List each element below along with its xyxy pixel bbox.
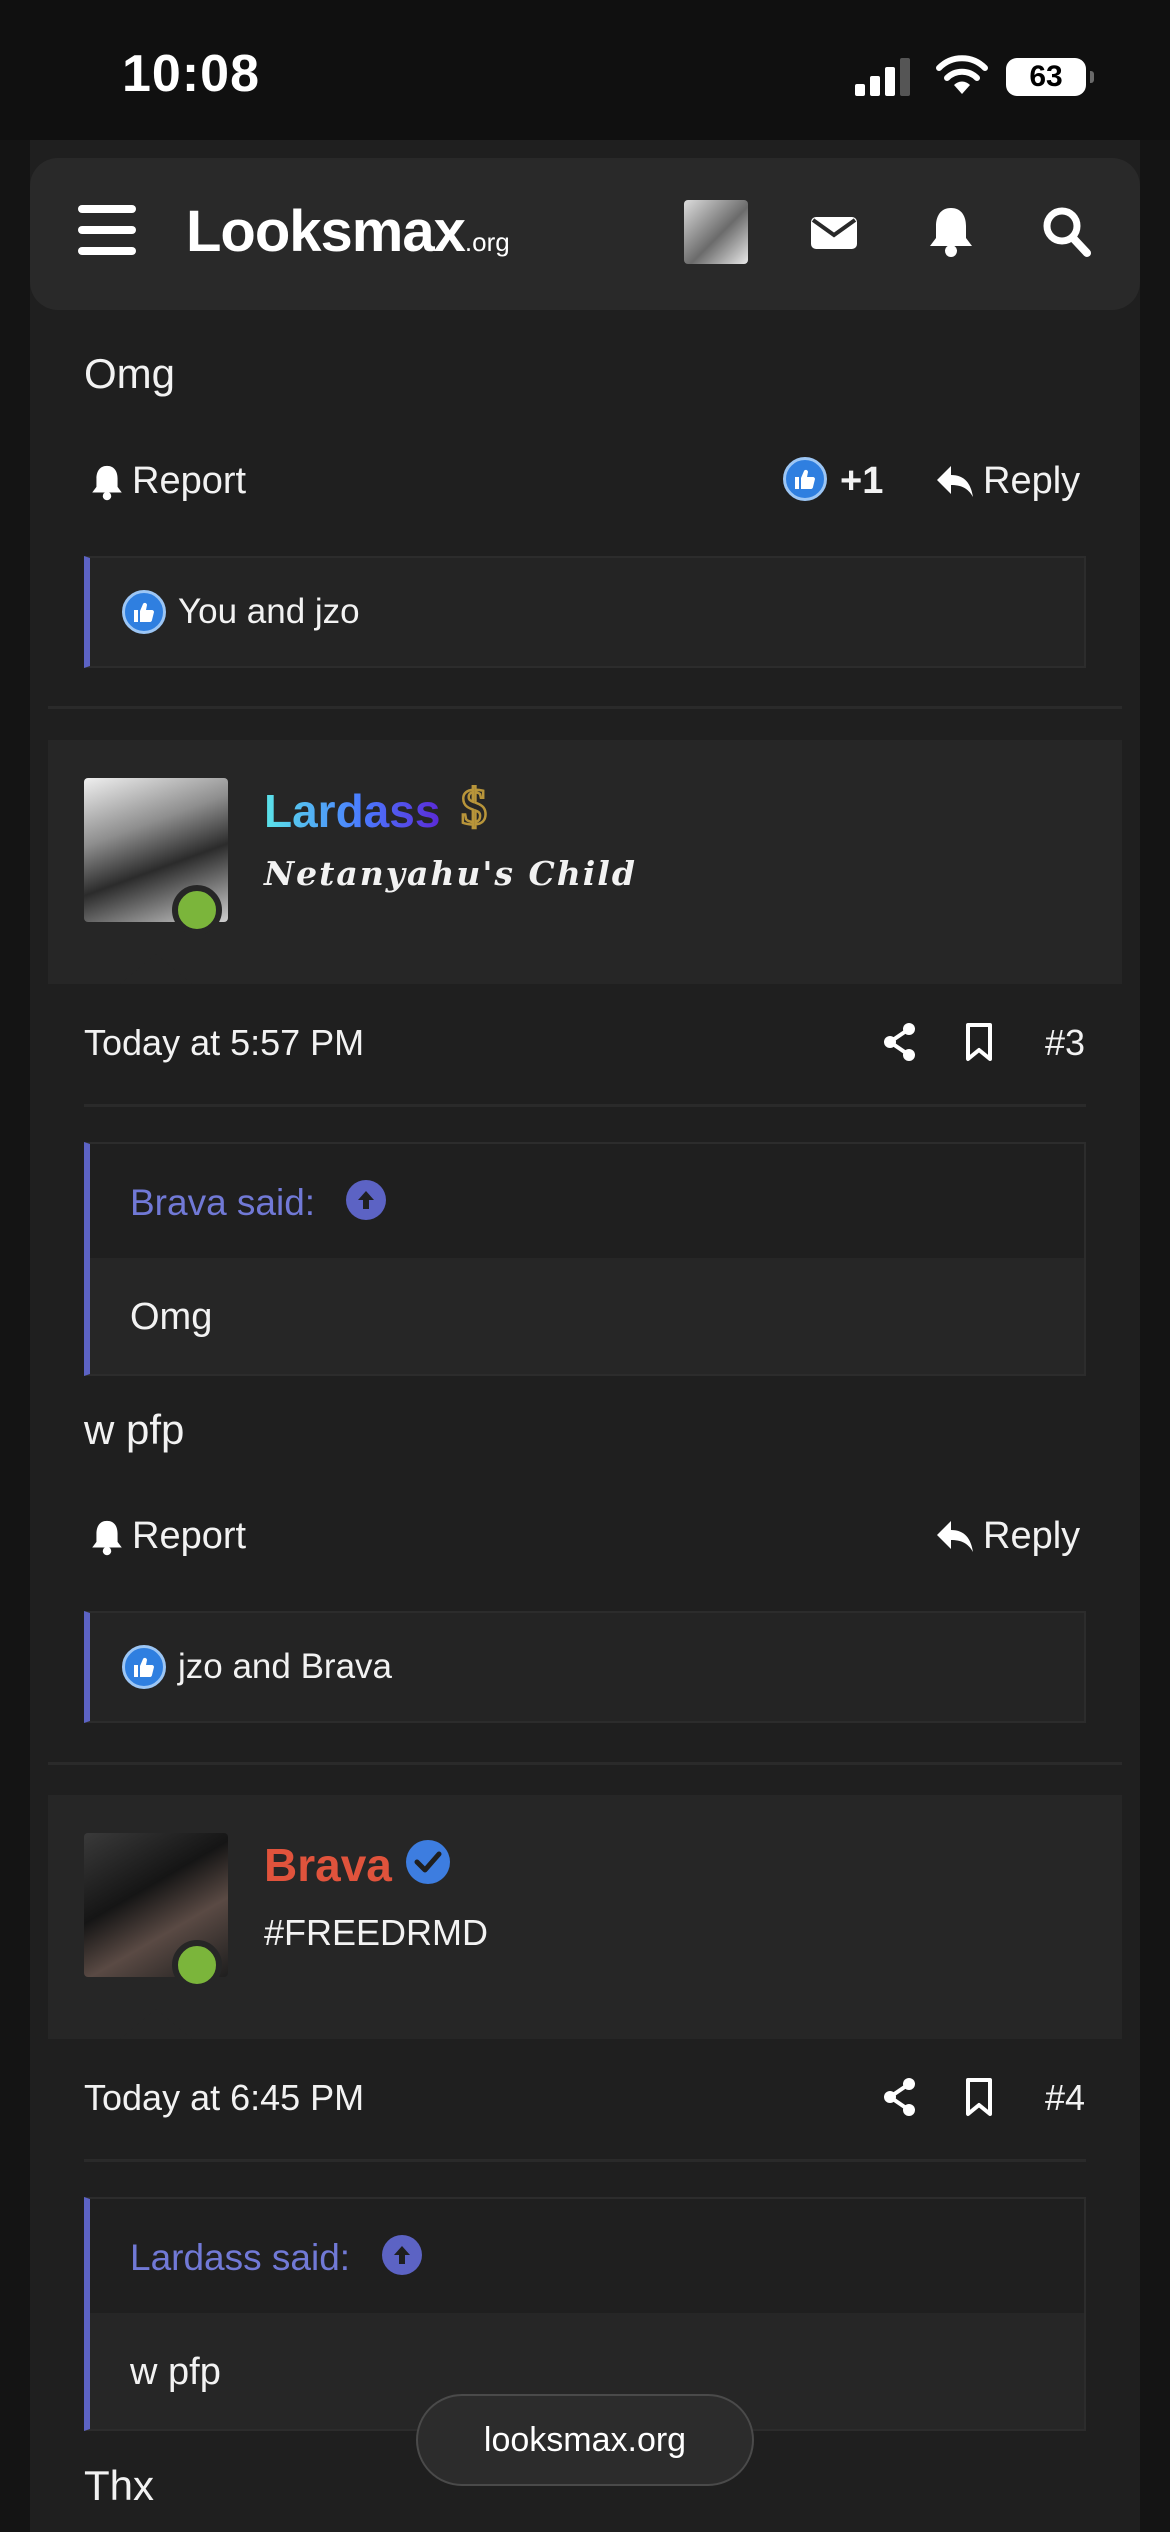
reply-label: Reply	[983, 1515, 1081, 1557]
arrow-up-icon[interactable]	[382, 2235, 422, 2275]
reactions-text: You and jzo	[178, 592, 360, 631]
post-body: w pfp	[84, 1406, 185, 1453]
quote-author: Lardass said:	[130, 2237, 351, 2278]
bell-icon	[92, 1520, 122, 1555]
quote-body: w pfp	[130, 2351, 221, 2393]
quote-author: Brava said:	[130, 1182, 316, 1223]
quote-body: Omg	[130, 1296, 213, 1338]
battery-indicator: 63	[1006, 58, 1094, 96]
reply-button[interactable]: Reply	[935, 460, 1080, 503]
status-time: 10:08	[122, 45, 260, 103]
quote-header[interactable]: Lardass said:	[90, 2199, 1084, 2313]
signal-icon	[855, 58, 910, 96]
post-timestamp[interactable]: Today at 5:57 PM	[84, 1022, 364, 1064]
reply-icon	[937, 465, 973, 497]
user-bar-pointer	[120, 954, 192, 984]
verified-badge-icon	[406, 1840, 450, 1884]
meta-divider	[84, 1104, 1086, 1107]
user-title: Netanyahu's Child	[264, 854, 637, 893]
meta-divider	[84, 2159, 1086, 2162]
share-icon[interactable]	[882, 2077, 918, 2117]
report-label: Report	[132, 1515, 247, 1557]
bookmark-icon[interactable]	[964, 1022, 994, 1062]
svg-text:$: $	[461, 779, 487, 834]
post-divider	[48, 706, 1122, 709]
reaction-score[interactable]: +1	[840, 460, 883, 503]
user-title: #FREEDRMD	[264, 1912, 489, 1953]
user-bar-pointer	[120, 2009, 192, 2039]
search-icon[interactable]	[1042, 204, 1092, 258]
report-label: Report	[132, 460, 247, 502]
bell-icon	[92, 465, 122, 500]
reply-label: Reply	[983, 460, 1081, 502]
reactions-bar[interactable]: jzo and Brava	[84, 1611, 1086, 1723]
report-button[interactable]: Report	[90, 1515, 246, 1558]
online-indicator	[172, 1940, 222, 1990]
reply-button[interactable]: Reply	[935, 1515, 1080, 1558]
wifi-icon	[936, 55, 988, 94]
like-icon	[122, 590, 166, 634]
like-icon[interactable]	[783, 457, 827, 501]
status-bar: 10:08 63	[0, 0, 1170, 140]
share-icon[interactable]	[882, 1022, 918, 1062]
post-divider	[48, 1762, 1122, 1765]
bell-icon[interactable]	[928, 204, 974, 258]
reactions-bar[interactable]: You and jzo	[84, 556, 1086, 668]
dollar-icon: $	[460, 778, 489, 834]
account-avatar[interactable]	[684, 200, 748, 264]
post-number[interactable]: #3	[1045, 1022, 1085, 1064]
like-icon	[122, 1645, 166, 1689]
username[interactable]: Brava	[264, 1838, 392, 1892]
quote-header[interactable]: Brava said:	[90, 1144, 1084, 1258]
site-logo[interactable]: Looksmax.org	[186, 198, 510, 265]
url-pill[interactable]: looksmax.org	[416, 2394, 754, 2486]
post-number[interactable]: #4	[1045, 2077, 1085, 2119]
reply-icon	[937, 1520, 973, 1552]
online-indicator	[172, 885, 222, 935]
envelope-icon[interactable]	[810, 204, 858, 258]
bookmark-icon[interactable]	[964, 2077, 994, 2117]
report-button[interactable]: Report	[90, 460, 246, 503]
reactions-text: jzo and Brava	[178, 1647, 393, 1686]
username[interactable]: Lardass	[264, 784, 440, 838]
quote-block: Brava said: Omg	[84, 1142, 1086, 1376]
arrow-up-icon[interactable]	[346, 1180, 386, 1220]
post-body: Thx	[84, 2462, 155, 2509]
menu-icon[interactable]	[78, 205, 136, 255]
post-timestamp[interactable]: Today at 6:45 PM	[84, 2077, 364, 2119]
post-body: Omg	[84, 350, 176, 397]
